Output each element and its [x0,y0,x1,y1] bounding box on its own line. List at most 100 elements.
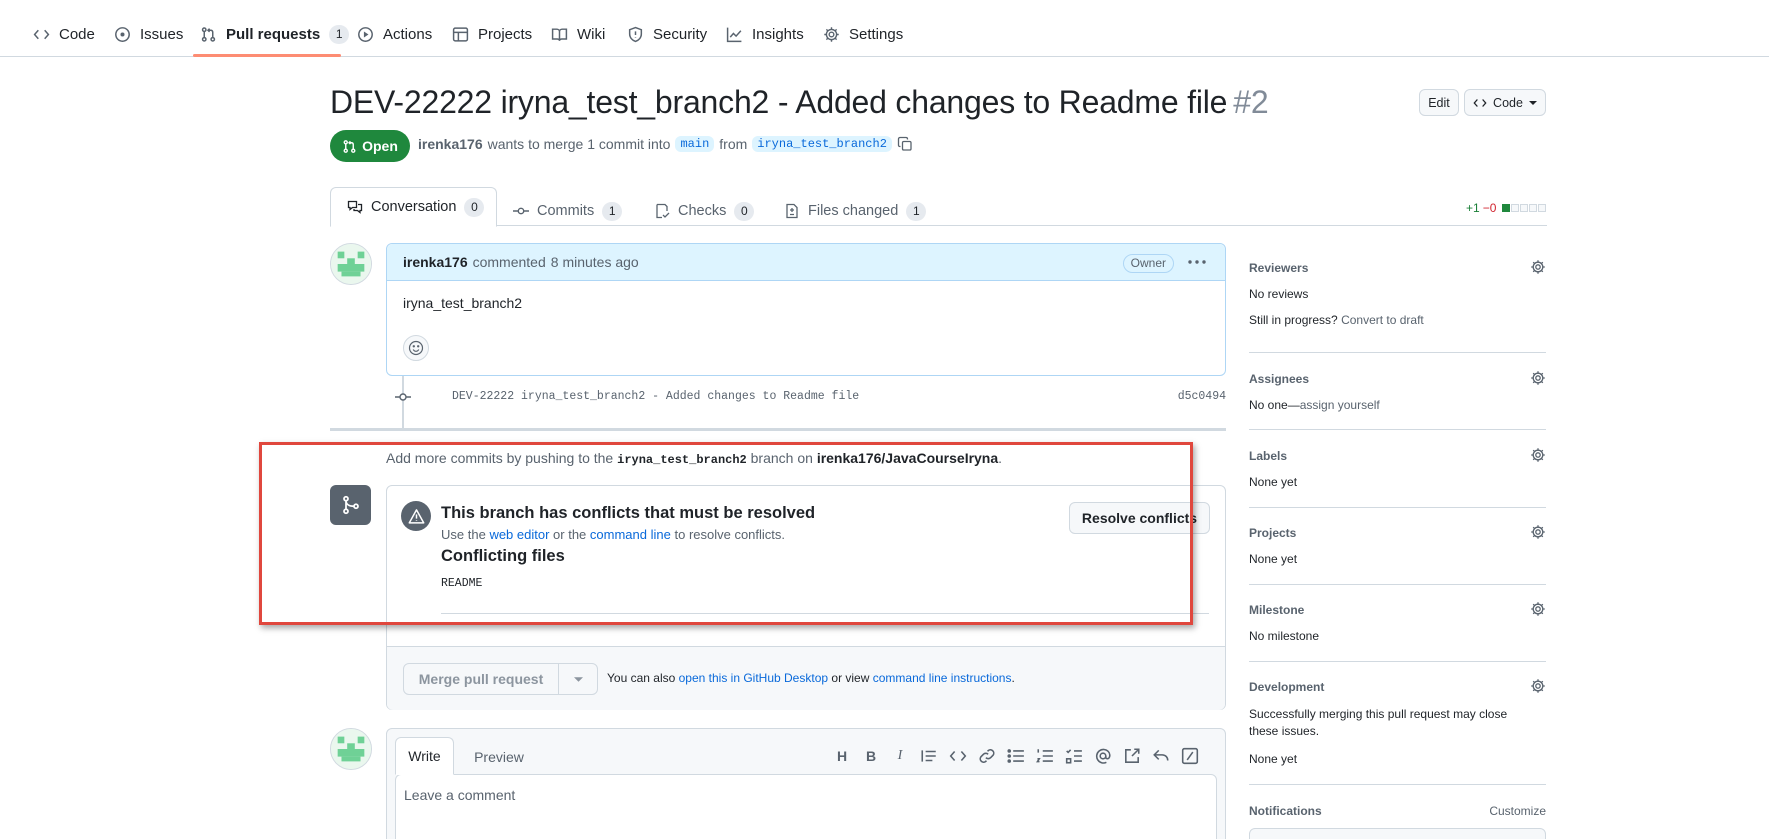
task-list-icon[interactable] [1065,747,1083,765]
nav-pull-requests[interactable]: Pull requests 1 [200,20,350,48]
gear-icon[interactable] [1530,524,1546,540]
sidebar-development-value: None yet [1249,752,1298,766]
head-branch-label[interactable]: iryna_test_branch2 [752,136,892,152]
base-branch-label[interactable]: main [675,136,715,152]
mention-icon[interactable] [1094,747,1112,765]
nav-insights[interactable]: Insights [726,20,804,48]
nav-code[interactable]: Code [33,20,95,48]
push-hint-repo-link[interactable]: irenka176/JavaCourseIryna [817,450,998,466]
conflicting-files-title: Conflicting files [441,547,565,565]
tab-preview-label: Preview [474,749,524,765]
pr-title-text: DEV-22222 iryna_test_branch2 - Added cha… [330,84,1228,120]
convert-to-draft-link[interactable]: Convert to draft [1341,313,1424,327]
copy-icon[interactable] [897,136,913,152]
gear-icon[interactable] [1530,370,1546,386]
comment-textarea[interactable]: Leave a comment [395,774,1217,839]
sidebar-milestone-title[interactable]: Milestone [1249,603,1304,617]
tab-commits[interactable]: Commits 1 [513,196,623,226]
slash-command-icon[interactable] [1181,747,1199,765]
tab-checks[interactable]: Checks 0 [654,196,755,226]
tab-files-changed[interactable]: Files changed 1 [784,196,927,226]
link-icon[interactable] [978,747,996,765]
subscribe-button[interactable] [1249,828,1546,839]
comment-placeholder: Leave a comment [404,787,516,803]
merge-tip-middle: or view [831,671,870,685]
bold-icon[interactable]: B [862,747,880,765]
add-reaction-button[interactable] [403,335,429,361]
github-desktop-link[interactable]: open this in GitHub Desktop [679,671,828,685]
tab-conversation-count: 0 [464,197,485,217]
gear-icon[interactable] [1530,601,1546,617]
tab-conversation[interactable]: Conversation 0 [330,187,497,227]
owner-badge: Owner [1122,254,1174,273]
commit-message-link[interactable]: DEV-22222 iryna_test_branch2 - Added cha… [452,390,859,403]
tab-preview[interactable]: Preview [464,745,534,769]
sidebar-reviewers-title[interactable]: Reviewers [1249,261,1308,275]
nav-insights-label: Insights [752,25,804,43]
still-in-progress-text: Still in progress? [1249,313,1338,327]
nav-wiki[interactable]: Wiki [551,20,605,48]
comment-author[interactable]: irenka176 [403,254,468,270]
comment-time[interactable]: 8 minutes ago [551,254,639,270]
cross-reference-icon[interactable] [1123,747,1141,765]
quote-icon[interactable] [920,747,938,765]
merge-tip-prefix: You can also [607,671,676,685]
nav-issues[interactable]: Issues [114,20,183,48]
sidebar-labels-title[interactable]: Labels [1249,449,1287,463]
gear-icon[interactable] [1530,259,1546,275]
pr-author-link[interactable]: irenka176 [418,136,483,152]
notifications-customize-link[interactable]: Customize [1489,804,1546,818]
merge-button-label: Merge pull request [418,671,544,687]
command-line-instructions-link[interactable]: command line instructions [873,671,1012,685]
nav-actions[interactable]: Actions [357,20,432,48]
diffstat-block-neutral [1529,204,1538,212]
italic-icon[interactable]: I [891,747,909,765]
caret-down-icon [573,676,583,682]
kebab-menu-icon[interactable] [1185,252,1209,272]
web-editor-link[interactable]: web editor [489,527,549,542]
tab-commits-label: Commits [537,203,595,219]
command-line-link[interactable]: command line [590,527,671,542]
identicon-icon [331,244,371,284]
assign-yourself-link[interactable]: assign yourself [1300,398,1380,412]
nav-settings[interactable]: Settings [823,20,903,48]
diffstat-additions: +1 [1466,201,1480,215]
comment-body: iryna_test_branch2 [403,295,523,311]
heading-icon[interactable]: H [833,747,851,765]
nav-projects-label: Projects [478,25,533,43]
edit-title-button[interactable]: Edit [1419,89,1459,116]
resolve-conflicts-button[interactable]: Resolve conflicts [1069,502,1210,534]
commit-icon [395,393,411,401]
sidebar-assignees-title[interactable]: Assignees [1249,372,1309,386]
merge-box: This branch has conflicts that must be r… [386,485,1226,710]
merge-options-dropdown[interactable] [559,664,597,694]
merge-pull-request-button[interactable]: Merge pull request [404,664,559,694]
code-label: Code [1493,95,1523,110]
graph-icon [726,27,742,42]
nav-security-label: Security [653,25,708,43]
pr-state-badge: Open [330,130,410,162]
push-hint-middle: branch on [750,450,813,466]
nav-projects[interactable]: Projects [452,20,532,48]
repo-nav: Code Issues Pull requests 1 Actions Proj… [0,0,1769,57]
tab-files-changed-label: Files changed [808,203,899,219]
reply-icon[interactable] [1152,747,1170,765]
nav-actions-label: Actions [383,25,433,43]
tab-write[interactable]: Write [395,737,454,775]
code-dropdown-button[interactable]: Code [1464,89,1546,116]
code-icon[interactable] [949,747,967,765]
gear-icon[interactable] [1530,678,1546,694]
ordered-list-icon[interactable] [1036,747,1054,765]
commit-sha-link[interactable]: d5c0494 [1178,390,1226,403]
avatar[interactable] [330,243,372,285]
sidebar-projects-value: None yet [1249,552,1298,566]
new-comment-box: Leave a comment Write Preview H B I [386,728,1226,839]
push-hint-prefix: Add more commits by pushing to the [386,450,614,466]
unordered-list-icon[interactable] [1007,747,1025,765]
conflict-sub-text-1: Use the [441,527,486,542]
gear-icon[interactable] [1530,447,1546,463]
nav-security[interactable]: Security [627,20,707,48]
sidebar-development-title[interactable]: Development [1249,680,1324,694]
sidebar-projects-title[interactable]: Projects [1249,526,1296,540]
push-hint-branch: iryna_test_branch2 [617,453,747,467]
